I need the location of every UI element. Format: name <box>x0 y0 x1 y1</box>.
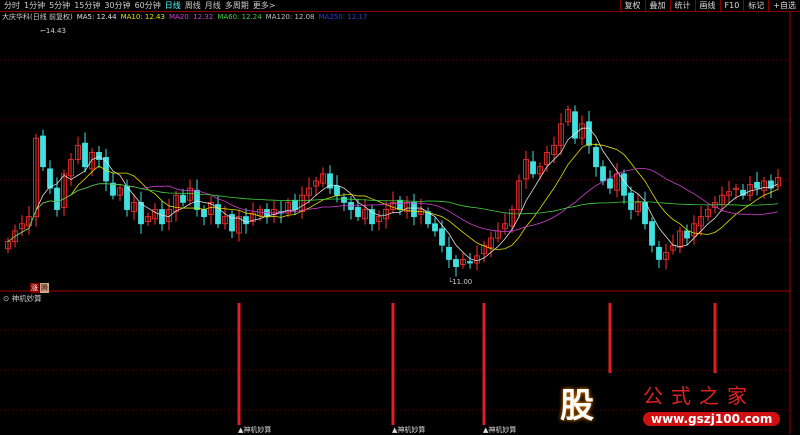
candle-body <box>334 185 340 196</box>
toolbar-button-0[interactable]: 复权 <box>619 0 645 11</box>
right-toolbar: 复权 叠加 统计 画线 F10 标记 +自选 <box>619 0 800 11</box>
period-tab-9[interactable]: 多周期 <box>225 1 249 10</box>
period-tab-6[interactable]: 日线 <box>165 1 181 10</box>
period-tab-5[interactable]: 60分钟 <box>135 1 161 10</box>
toolbar-button-3[interactable]: 画线 <box>694 0 720 11</box>
watermark-logo: 股 公式之家 www.gszj100.com <box>555 378 795 430</box>
toolbar-button-2[interactable]: 统计 <box>669 0 695 11</box>
indicator-title: ⊙ 神机妙算 <box>3 294 42 303</box>
ma-label-4: MA120: 12.08 <box>265 13 315 21</box>
signal-bar <box>237 303 241 425</box>
candle-body <box>649 221 655 246</box>
candle-body <box>194 189 200 210</box>
candle-body <box>47 168 53 189</box>
candle-body <box>642 201 648 225</box>
logo-text: 公式之家 <box>643 384 755 408</box>
candle-body <box>586 121 592 146</box>
candle-body <box>600 166 606 182</box>
candle-body <box>82 142 88 168</box>
candle-body <box>621 173 627 196</box>
candle-body <box>432 223 438 232</box>
candle-body <box>656 246 662 260</box>
toolbar-button-6[interactable]: +自选 <box>768 0 800 11</box>
candle-body <box>341 196 347 203</box>
toolbar-button-1[interactable]: 叠加 <box>644 0 670 11</box>
candle-body <box>180 194 186 203</box>
candle-body <box>397 199 403 210</box>
logo-url: www.gszj100.com <box>643 412 781 426</box>
period-tab-8[interactable]: 月线 <box>205 1 221 10</box>
toolbar-button-4[interactable]: F10 <box>719 0 744 11</box>
ma-label-5: MA250: 12.17 <box>318 13 368 21</box>
signal-bar <box>608 303 612 373</box>
candle-body <box>355 206 361 218</box>
candle-body <box>292 199 298 210</box>
candle-body <box>201 209 207 218</box>
candle-body <box>96 152 102 160</box>
ma-items: MA5: 12.44 MA10: 12.43 MA20: 12.32 MA60: 12… <box>77 13 372 21</box>
candle-body <box>369 209 375 225</box>
period-tab-10[interactable]: 更多> <box>253 1 276 10</box>
ma-label-1: MA10: 12.43 <box>120 13 165 21</box>
high-label: ⌐14.43 <box>40 27 66 35</box>
candle-body <box>754 181 760 189</box>
candle-body <box>530 161 536 175</box>
stock-title: 大庆华科(日线 前复权) <box>2 13 73 21</box>
period-tab-7[interactable]: 周线 <box>185 1 201 10</box>
candle-body <box>54 187 60 210</box>
ma-label-0: MA5: 12.44 <box>76 13 117 21</box>
candle-body <box>607 178 613 189</box>
candle-body <box>446 246 452 260</box>
signal-bar <box>482 303 486 425</box>
logo-char: 股 <box>560 386 594 426</box>
period-tab-4[interactable]: 30分钟 <box>104 1 130 10</box>
candle-body <box>628 192 634 210</box>
ma-label-3: MA60: 12.24 <box>217 13 262 21</box>
marker-teng: 腾 <box>40 283 49 293</box>
candle-body <box>467 261 473 264</box>
signal-bar <box>391 303 395 425</box>
period-tab-1[interactable]: 1分钟 <box>24 1 45 10</box>
period-tab-2[interactable]: 5分钟 <box>49 1 70 10</box>
kline-chart[interactable]: ⌐14.43 └11.00 <box>0 0 800 434</box>
candle-body <box>138 201 144 225</box>
period-tab-3[interactable]: 15分钟 <box>74 1 100 10</box>
ma-legend: 大庆华科(日线 前复权) MA5: 12.44 MA10: 12.43 MA20: 1… <box>2 12 375 22</box>
candle-body <box>439 228 445 246</box>
low-label: └11.00 <box>448 277 472 286</box>
indicator-name: 神机妙算 <box>11 294 42 303</box>
period-tab-0[interactable]: 分时 <box>4 1 20 10</box>
candle-body <box>40 135 46 168</box>
candle-body <box>684 230 690 239</box>
signal-bar <box>713 303 717 373</box>
candle-body <box>411 201 417 218</box>
candle-body <box>124 185 130 210</box>
candle-body <box>453 259 459 267</box>
candle-body <box>159 209 165 225</box>
toolbar-button-5[interactable]: 标记 <box>743 0 768 11</box>
candle-body <box>110 182 116 196</box>
candle-body <box>593 147 599 168</box>
marker-zhang: 涨 <box>30 283 39 293</box>
ma-label-2: MA20: 12.32 <box>168 13 214 21</box>
